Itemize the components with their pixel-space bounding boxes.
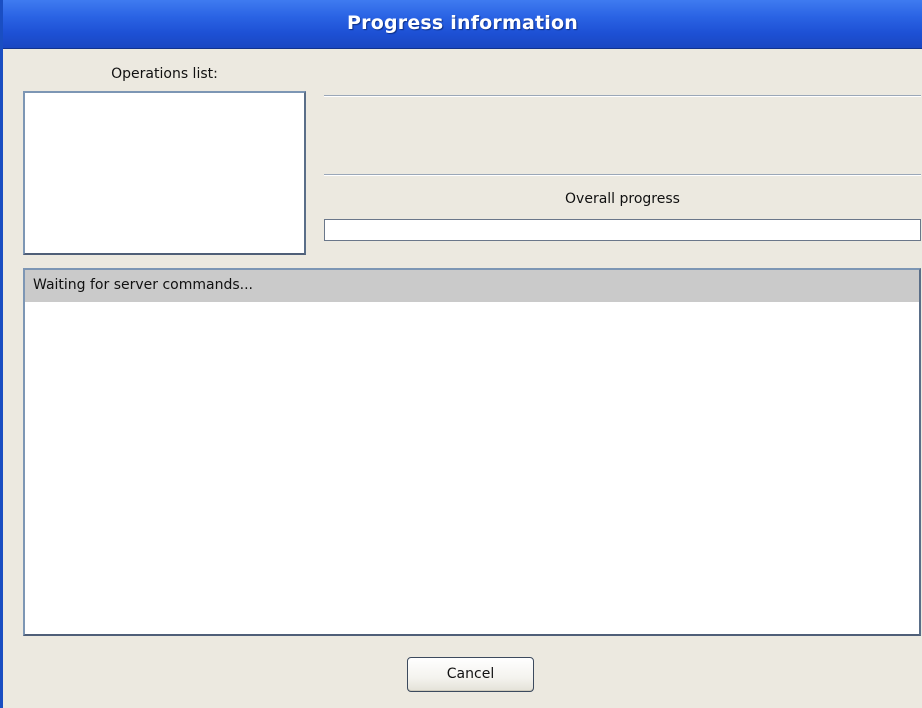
window-title: Progress information (347, 12, 578, 34)
title-bar[interactable]: Progress information (3, 0, 922, 49)
log-row[interactable]: Waiting for server commands... (25, 270, 919, 302)
top-separator (324, 95, 921, 97)
log-list[interactable]: Waiting for server commands... (23, 268, 921, 636)
current-operation-text (324, 110, 921, 160)
operations-list-label: Operations list: (111, 66, 218, 82)
operations-list[interactable] (23, 91, 306, 255)
cancel-button[interactable]: Cancel (407, 657, 534, 692)
overall-progress-label: Overall progress (565, 191, 680, 207)
progress-dialog: Progress information Operations list: Ov… (0, 0, 922, 708)
bottom-separator (324, 174, 921, 176)
overall-progress-bar (324, 219, 921, 241)
